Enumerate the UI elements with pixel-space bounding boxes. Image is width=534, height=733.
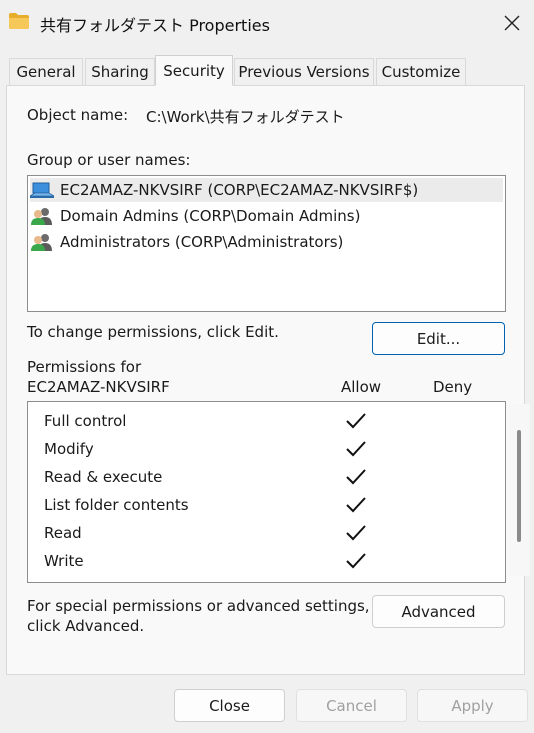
- permissions-list[interactable]: Full control Modify Read & execute List …: [27, 401, 530, 583]
- close-button[interactable]: Close: [174, 689, 285, 722]
- allow-check-icon: [343, 464, 369, 490]
- advanced-button[interactable]: Advanced: [372, 595, 505, 628]
- user-name: Domain Admins (CORP\Domain Admins): [60, 207, 361, 225]
- cancel-button[interactable]: Cancel: [296, 689, 407, 722]
- apply-button[interactable]: Apply: [417, 689, 528, 722]
- users-group-icon: [30, 232, 54, 252]
- object-name-label: Object name:: [27, 106, 129, 124]
- allow-check-icon: [343, 408, 369, 434]
- users-group-icon: [30, 206, 54, 226]
- tab-security[interactable]: Security: [155, 55, 233, 86]
- user-row-domain-admins[interactable]: Domain Admins (CORP\Domain Admins): [30, 204, 360, 228]
- edit-button[interactable]: Edit...: [372, 322, 505, 355]
- allow-check-icon: [343, 520, 369, 546]
- permission-row-full-control: Full control: [44, 412, 127, 430]
- permissions-scrollbar[interactable]: [508, 404, 530, 576]
- close-icon: [504, 15, 520, 31]
- permissions-for-label: Permissions for: [27, 358, 142, 376]
- allow-check-icon: [343, 436, 369, 462]
- permission-row-write: Write: [44, 552, 84, 570]
- close-window-button[interactable]: [494, 6, 530, 40]
- special-permissions-text-line2: click Advanced.: [27, 617, 145, 635]
- user-row-administrators[interactable]: Administrators (CORP\Administrators): [30, 230, 343, 254]
- user-list[interactable]: EC2AMAZ-NKVSIRF (CORP\EC2AMAZ-NKVSIRF$) …: [27, 175, 506, 312]
- user-name: EC2AMAZ-NKVSIRF (CORP\EC2AMAZ-NKVSIRF$): [60, 181, 419, 199]
- permission-row-read: Read: [44, 524, 82, 542]
- tab-previous-versions[interactable]: Previous Versions: [234, 58, 374, 85]
- object-name-value: C:\Work\共有フォルダテスト: [146, 108, 345, 126]
- allow-column-header: Allow: [341, 378, 382, 396]
- tab-customize[interactable]: Customize: [376, 58, 466, 85]
- scrollbar-thumb[interactable]: [517, 430, 521, 542]
- permission-row-read-execute: Read & execute: [44, 468, 163, 486]
- permissions-for-name: EC2AMAZ-NKVSIRF: [27, 378, 170, 396]
- folder-icon: [8, 12, 30, 30]
- computer-icon: [30, 180, 54, 200]
- user-row-ec2amaz[interactable]: EC2AMAZ-NKVSIRF (CORP\EC2AMAZ-NKVSIRF$): [30, 178, 503, 202]
- group-or-user-names-label: Group or user names:: [27, 151, 191, 169]
- permission-row-modify: Modify: [44, 440, 94, 458]
- allow-check-icon: [343, 548, 369, 574]
- allow-check-icon: [343, 492, 369, 518]
- window-title: 共有フォルダテスト Properties: [40, 16, 270, 35]
- special-permissions-text-line1: For special permissions or advanced sett…: [27, 597, 370, 615]
- user-name: Administrators (CORP\Administrators): [60, 233, 344, 251]
- change-permissions-text: To change permissions, click Edit.: [27, 323, 279, 341]
- deny-column-header: Deny: [433, 378, 473, 396]
- tab-general[interactable]: General: [9, 58, 83, 85]
- permission-row-list-folder-contents: List folder contents: [44, 496, 189, 514]
- tab-sharing[interactable]: Sharing: [85, 58, 155, 85]
